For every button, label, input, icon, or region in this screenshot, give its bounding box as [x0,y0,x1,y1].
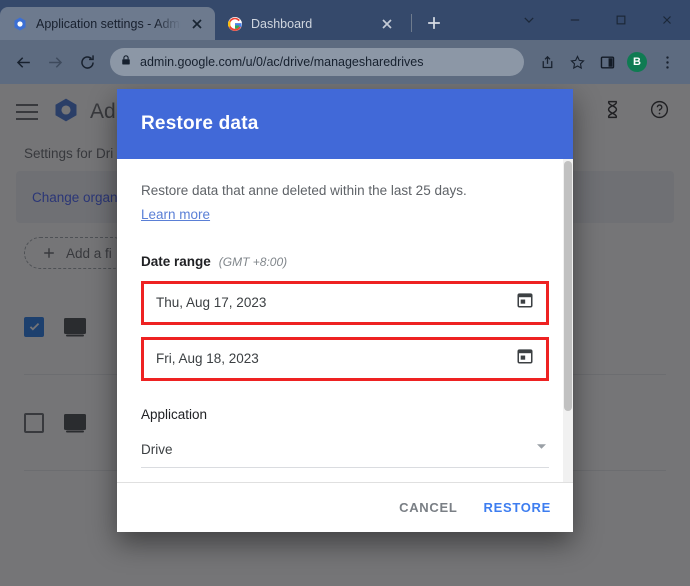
restore-button[interactable]: RESTORE [483,500,551,515]
chevron-down-icon[interactable] [534,439,549,459]
date-range-label: Date range [141,253,211,269]
browser-tab-dashboard[interactable]: Dashboard [215,7,405,40]
three-dot-menu-icon[interactable] [652,47,682,77]
reload-icon[interactable] [72,47,102,77]
scrollbar-thumb[interactable] [564,161,572,411]
dialog-description: Restore data that anne deleted within th… [141,183,467,198]
dialog-body: Restore data that anne deleted within th… [117,159,573,482]
dialog-title: Restore data [141,113,259,134]
date-range-label-group: Date range (GMT +8:00) [141,254,549,269]
close-icon[interactable] [379,16,395,32]
end-date-field[interactable]: Fri, Aug 18, 2023 [141,336,549,381]
application-label: Application [141,406,208,422]
forward-icon[interactable] [40,47,70,77]
avatar-initial: B [627,52,647,72]
side-panel-icon[interactable] [592,47,622,77]
end-date-value: Fri, Aug 18, 2023 [156,351,259,367]
start-date-value: Thu, Aug 17, 2023 [156,295,267,311]
minimize-icon[interactable] [552,0,598,40]
toolbar-actions: B [532,47,682,77]
close-icon[interactable] [189,16,205,32]
application-value: Drive [141,441,173,457]
page-viewport: Ad Settings for Dri Change or [0,84,690,586]
dialog-scrollbar[interactable] [563,159,573,482]
tab-divider [411,14,412,32]
new-tab-button[interactable] [420,9,448,37]
start-date-field[interactable]: Thu, Aug 17, 2023 [141,280,549,325]
restore-data-dialog: Restore data Restore data that anne dele… [117,89,573,532]
url-text: admin.google.com/u/0/ac/drive/manageshar… [140,55,424,69]
learn-more-link[interactable]: Learn more [141,207,210,222]
browser-window: Application settings - Admin Dashboard a… [0,0,690,586]
lock-icon [120,53,132,71]
share-icon[interactable] [532,47,562,77]
calendar-icon[interactable] [516,347,534,370]
google-icon [227,16,243,32]
browser-tab-application-settings[interactable]: Application settings - Admin [0,7,215,40]
back-icon[interactable] [8,47,38,77]
google-admin-icon [12,16,28,32]
tab-search-icon[interactable] [506,0,552,40]
cancel-button[interactable]: CANCEL [399,500,457,515]
window-controls [506,0,690,40]
application-select[interactable]: Drive [141,432,549,468]
dialog-header: Restore data [117,89,573,159]
browser-toolbar: admin.google.com/u/0/ac/drive/manageshar… [0,40,690,84]
close-window-icon[interactable] [644,0,690,40]
bookmark-star-icon[interactable] [562,47,592,77]
avatar[interactable]: B [622,47,652,77]
tab-strip: Application settings - Admin Dashboard [0,0,690,40]
tab-title: Dashboard [251,16,313,31]
address-bar[interactable]: admin.google.com/u/0/ac/drive/manageshar… [110,48,524,76]
tab-title: Application settings - Admin [36,16,181,31]
calendar-icon[interactable] [516,291,534,314]
dialog-footer: CANCEL RESTORE [117,482,573,532]
maximize-icon[interactable] [598,0,644,40]
timezone-label: (GMT +8:00) [218,254,288,269]
